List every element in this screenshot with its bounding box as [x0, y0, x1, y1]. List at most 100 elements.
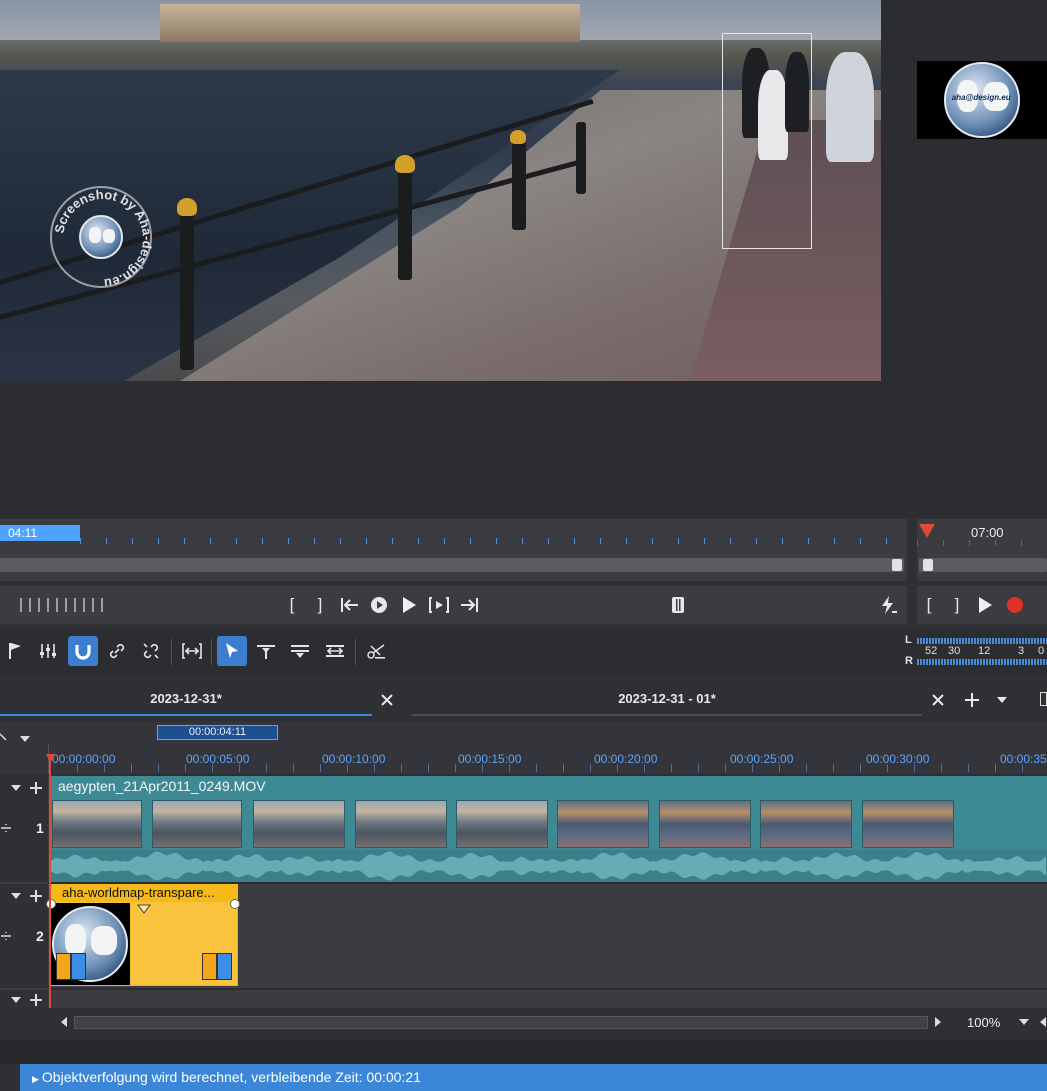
program-position-time[interactable]: 04:11 — [0, 525, 80, 541]
status-spacer — [0, 1040, 1047, 1064]
ripple-mode-button[interactable] — [320, 636, 350, 666]
timeline-toolbar — [0, 630, 1047, 674]
insert-mode-icon — [257, 645, 275, 659]
close-tab-1-button[interactable] — [375, 688, 399, 712]
prev-edit-button[interactable] — [338, 593, 362, 617]
meter-left-bar — [917, 638, 1047, 644]
transition-marker[interactable] — [202, 953, 232, 980]
ripple-mode-icon — [326, 645, 344, 657]
timeline-ruler[interactable]: 00:00:04:11 — [0, 722, 1047, 774]
quick-render-button[interactable] — [876, 593, 900, 617]
scroll-left-icon[interactable] — [60, 1017, 68, 1027]
timeline-playhead[interactable] — [49, 758, 51, 1008]
tab-label: 2023-12-31 - 01* — [618, 690, 716, 706]
add-tab-button[interactable] — [960, 688, 984, 712]
track-number: 2 — [36, 928, 44, 944]
collapse-track-icon[interactable] — [10, 784, 22, 792]
source-scrub-panel: 07:00 — [917, 519, 1047, 581]
chevron-down-icon[interactable] — [19, 735, 31, 743]
collapse-track-icon[interactable] — [10, 892, 22, 900]
clip-thumbnail — [760, 800, 852, 848]
clip-thumbnail — [152, 800, 242, 848]
record-button[interactable] — [1003, 593, 1027, 617]
close-tab-2-button[interactable] — [926, 688, 950, 712]
track-2-header: 2 — [0, 884, 48, 988]
tab-arrangement-1[interactable]: 2023-12-31* — [0, 682, 372, 716]
scroll-right-icon[interactable] — [934, 1017, 942, 1027]
meter-scale-12: 12 — [978, 645, 991, 657]
loop-play-icon — [371, 597, 387, 613]
add-track-icon[interactable] — [29, 781, 43, 795]
clip-fade-handle[interactable] — [46, 899, 56, 909]
ruler-label: 00:00:25:00 — [730, 752, 794, 766]
ruler-label: 00:00:20:00 — [594, 752, 658, 766]
next-edit-button[interactable] — [457, 593, 481, 617]
clip-name: aha-worldmap-transpare... — [50, 884, 238, 902]
chevron-down-icon[interactable] — [1018, 1018, 1030, 1026]
track-separator — [48, 988, 1047, 990]
play-button[interactable] — [397, 593, 421, 617]
mixer-button[interactable] — [33, 636, 63, 666]
clip-name: aegypten_21Apr2011_0249.MOV — [58, 778, 266, 794]
program-monitor-video[interactable]: Screenshot by Aha-design.eu — [0, 0, 881, 381]
source-mark-out-button[interactable]: ] — [945, 593, 969, 617]
source-play-button[interactable] — [973, 593, 997, 617]
track-resize-icon[interactable] — [0, 930, 12, 942]
timeline-position-chip[interactable]: 00:00:04:11 — [157, 725, 278, 740]
horizontal-scrollbar[interactable] — [74, 1016, 928, 1029]
keyframe-handle-icon[interactable] — [137, 904, 151, 914]
add-track-icon[interactable] — [29, 993, 43, 1007]
waveform-graphic — [50, 851, 1046, 881]
unlink-button[interactable] — [136, 636, 166, 666]
layout-icon[interactable] — [1040, 692, 1047, 706]
source-scrub-track[interactable] — [919, 558, 1047, 572]
add-track-icon[interactable] — [29, 889, 43, 903]
scroll-left-icon[interactable] — [1040, 1017, 1047, 1027]
program-scrub-track[interactable] — [0, 558, 904, 572]
collapse-track-icon[interactable] — [10, 996, 22, 1004]
overwrite-mode-button[interactable] — [285, 636, 315, 666]
tracking-box[interactable] — [722, 33, 812, 249]
playhead-marker-icon[interactable] — [46, 754, 55, 763]
ruler-label: 00:00:00:00 — [52, 752, 116, 766]
tab-menu-button[interactable] — [990, 688, 1014, 712]
clip-fade-handle[interactable] — [230, 899, 240, 909]
watermark-logo: Screenshot by Aha-design.eu — [50, 186, 154, 290]
railing-cap — [510, 130, 526, 144]
zoom-level[interactable]: 100% — [967, 1015, 1000, 1030]
magnet-icon — [75, 645, 91, 660]
status-bar[interactable]: ▶ Objektverfolgung wird berechnet, verble… — [20, 1064, 1047, 1091]
cut-tool-button[interactable] — [361, 636, 391, 666]
jog-wheel[interactable] — [20, 598, 110, 612]
prev-edit-icon — [341, 598, 358, 612]
link-button[interactable] — [102, 636, 132, 666]
ruler-options-icon[interactable] — [0, 732, 10, 742]
track-1-header: 1 — [0, 776, 48, 882]
mark-out-button[interactable]: ] — [308, 593, 332, 617]
transition-marker[interactable] — [56, 953, 86, 980]
snap-magnet-button[interactable] — [68, 636, 98, 666]
meter-scale-52: 52 — [925, 645, 938, 657]
insert-mode-button[interactable] — [251, 636, 281, 666]
meter-scale-3: 3 — [1018, 645, 1025, 657]
split-view-icon — [672, 597, 684, 613]
loop-play-button[interactable] — [367, 593, 391, 617]
split-view-button[interactable] — [666, 593, 690, 617]
fit-range-button[interactable] — [177, 636, 207, 666]
tab-arrangement-2[interactable]: 2023-12-31 - 01* — [412, 682, 922, 716]
mark-in-button[interactable]: [ — [280, 593, 304, 617]
audio-waveform[interactable] — [50, 850, 1047, 882]
program-scrub-thumb[interactable] — [892, 559, 902, 571]
source-scrub-thumb[interactable] — [923, 559, 933, 571]
marker-flag-button[interactable] — [0, 636, 30, 666]
track-resize-icon[interactable] — [0, 822, 12, 834]
link-icon — [109, 643, 125, 659]
play-range-button[interactable] — [427, 593, 451, 617]
source-monitor-preview[interactable]: aha@design.eu — [917, 61, 1047, 139]
pointer-tool-button[interactable] — [217, 636, 247, 666]
play-icon — [979, 597, 992, 613]
playhead-marker-icon[interactable] — [919, 524, 935, 538]
close-icon — [381, 694, 393, 706]
source-mark-in-button[interactable]: [ — [917, 593, 941, 617]
chevron-down-icon — [997, 697, 1007, 703]
